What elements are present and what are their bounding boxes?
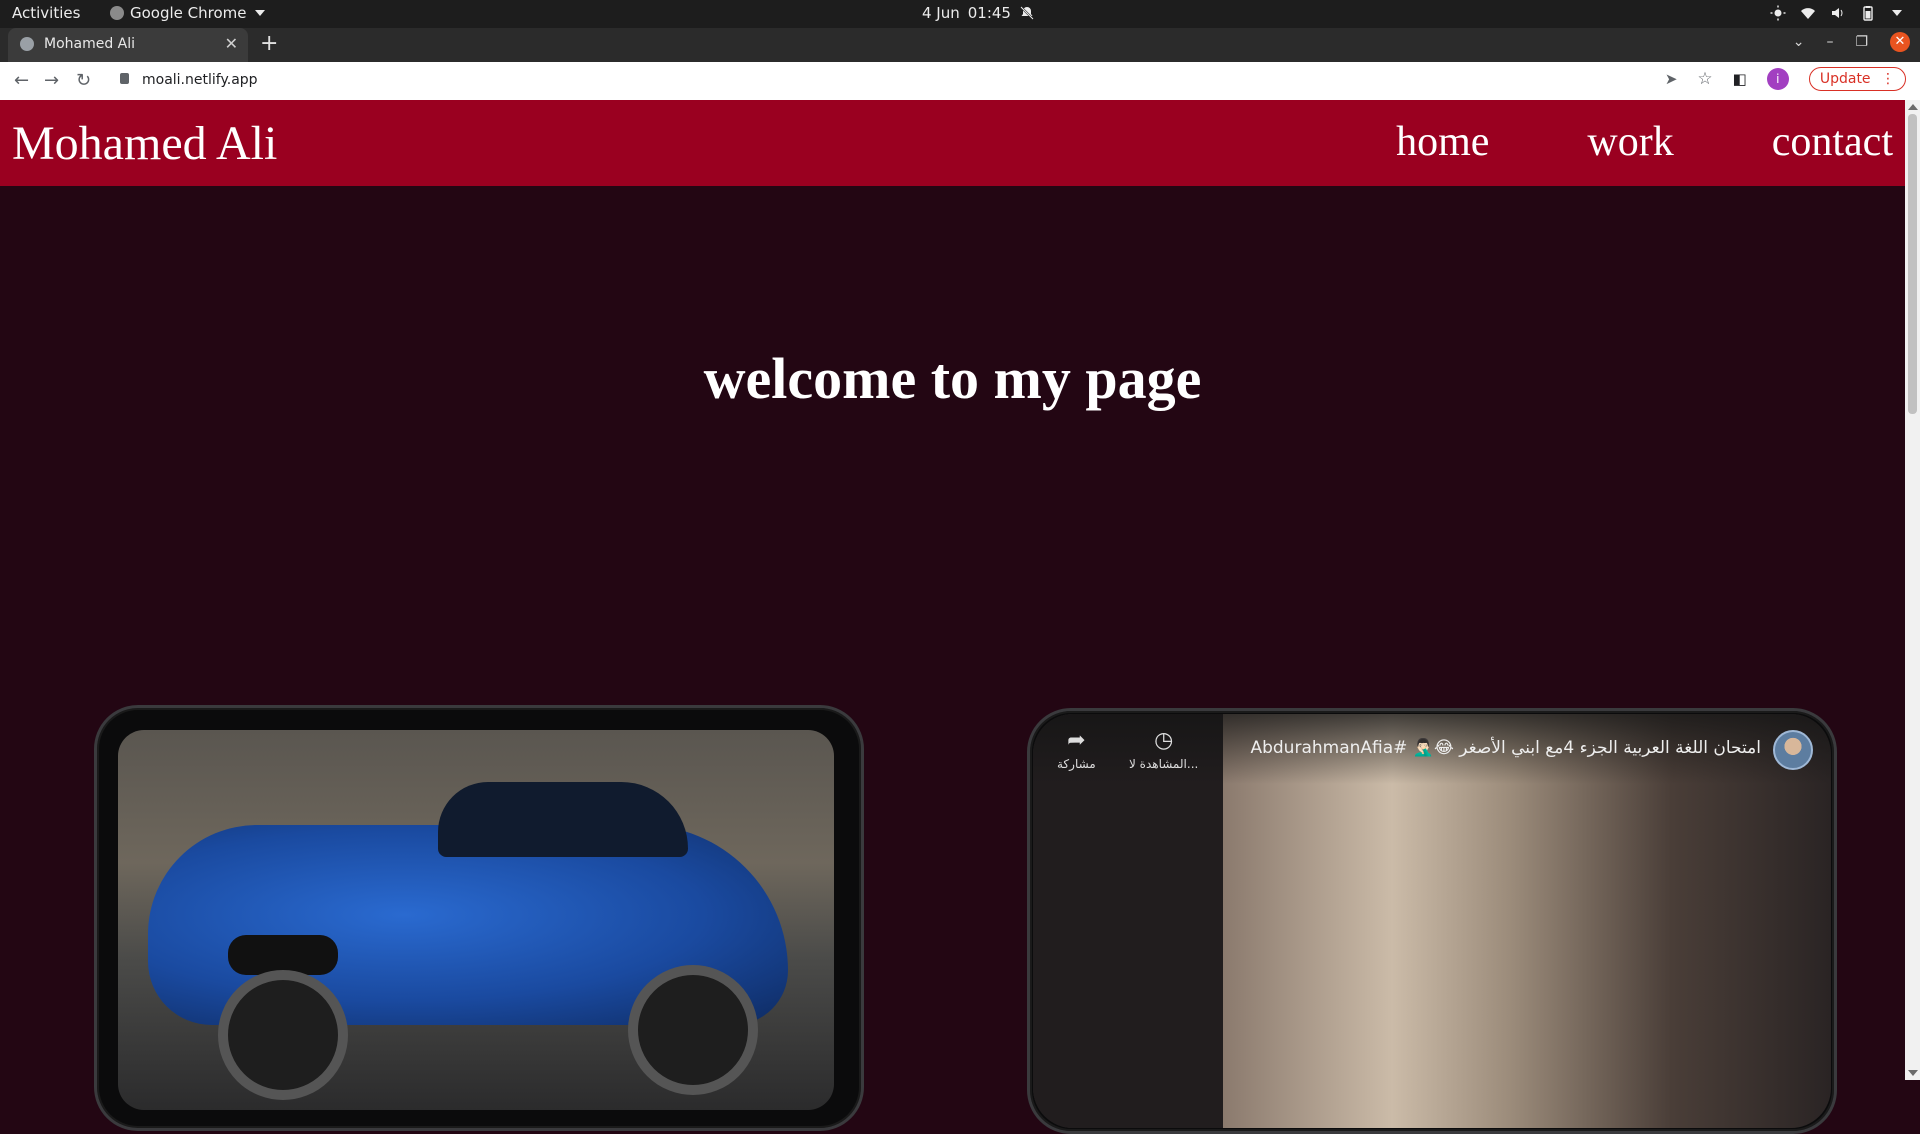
- nav-link-contact[interactable]: contact: [1772, 118, 1893, 166]
- video-title[interactable]: امتحان اللغة العربية الجزء 4مع ابني الأص…: [1250, 738, 1761, 758]
- restore-button[interactable]: ❐: [1855, 34, 1868, 50]
- globe-icon: [20, 37, 34, 51]
- car-image: [118, 730, 834, 1110]
- lock-icon[interactable]: [120, 73, 129, 84]
- hero-title: welcome to my page: [703, 346, 1202, 411]
- reload-icon[interactable]: ↻: [76, 70, 91, 91]
- main-nav: home work contact: [1396, 118, 1893, 166]
- site-logo[interactable]: Mohamed Ali: [12, 116, 277, 171]
- car-wheel: [218, 970, 348, 1100]
- watch-later-label: المشاهدة لا...: [1129, 757, 1199, 771]
- update-label: Update: [1819, 71, 1871, 87]
- chevron-down-icon: [1892, 10, 1902, 16]
- app-menu[interactable]: Google Chrome: [110, 4, 265, 22]
- clock-icon: ◷: [1154, 728, 1174, 753]
- site-header: Mohamed Ali home work contact: [0, 100, 1905, 186]
- url-text[interactable]: moali.netlify.app: [142, 72, 258, 88]
- brightness-icon: [1770, 5, 1786, 21]
- battery-icon: [1863, 6, 1873, 21]
- side-panel-icon[interactable]: ◧: [1733, 70, 1747, 88]
- channel-avatar[interactable]: [1773, 730, 1813, 770]
- video-embed[interactable]: ➦ مشاركة ◷ المشاهدة لا... امتحان اللغة ا…: [1033, 714, 1831, 1128]
- tab-search-icon[interactable]: ⌄: [1793, 34, 1805, 50]
- page-scrollbar[interactable]: [1905, 100, 1920, 1080]
- car-grille: [228, 935, 338, 975]
- kebab-menu-icon: ⋮: [1881, 71, 1895, 87]
- clock[interactable]: 4 Jun 01:45: [922, 4, 1035, 22]
- app-menu-label: Google Chrome: [130, 4, 247, 22]
- share-button[interactable]: ➦ مشاركة: [1057, 728, 1096, 771]
- tab-strip: Mohamed Ali ✕ + ⌄ – ❐ ✕: [0, 28, 1920, 62]
- nav-link-work[interactable]: work: [1587, 118, 1673, 166]
- toolbar-actions: ➤ ☆ ◧ i Update ⋮: [1665, 67, 1906, 91]
- forward-icon[interactable]: →: [44, 70, 59, 91]
- tab-close-icon[interactable]: ✕: [225, 34, 238, 53]
- profile-avatar[interactable]: i: [1766, 68, 1789, 90]
- wifi-icon: [1801, 8, 1815, 19]
- scroll-down-icon[interactable]: [1908, 1070, 1918, 1076]
- scroll-up-icon[interactable]: [1908, 104, 1918, 110]
- car-window: [438, 782, 688, 857]
- os-top-bar: Activities Google Chrome 4 Jun 01:45: [0, 0, 1920, 28]
- clock-date: 4 Jun: [922, 4, 960, 22]
- chrome-icon: [110, 6, 124, 20]
- watch-later-button[interactable]: ◷ المشاهدة لا...: [1129, 728, 1198, 771]
- share-label: مشاركة: [1057, 757, 1096, 771]
- browser-toolbar: ← → ↻ moali.netlify.app ➤ ☆ ◧ i Update ⋮: [0, 62, 1920, 101]
- car-wheel: [628, 965, 758, 1095]
- back-icon[interactable]: ←: [14, 70, 29, 91]
- bell-off-icon: [1020, 6, 1034, 20]
- share-icon: ➦: [1067, 728, 1086, 753]
- volume-icon: [1832, 8, 1843, 18]
- close-window-button[interactable]: ✕: [1890, 32, 1910, 52]
- video-frame: ➦ مشاركة ◷ المشاهدة لا... امتحان اللغة ا…: [1027, 708, 1837, 1134]
- address-bar[interactable]: moali.netlify.app: [108, 67, 1668, 95]
- browser-tab[interactable]: Mohamed Ali ✕: [8, 28, 248, 62]
- bookmark-star-icon[interactable]: ☆: [1697, 69, 1712, 89]
- system-tray[interactable]: [1770, 5, 1902, 21]
- send-icon[interactable]: ➤: [1665, 70, 1678, 88]
- nav-link-home[interactable]: home: [1396, 118, 1489, 166]
- window-controls: ⌄ – ❐ ✕: [1793, 32, 1910, 52]
- new-tab-button[interactable]: +: [260, 31, 278, 56]
- caret-down-icon: [254, 10, 265, 16]
- activities-button[interactable]: Activities: [12, 4, 80, 22]
- minimize-button[interactable]: –: [1826, 34, 1833, 50]
- scroll-thumb[interactable]: [1908, 114, 1917, 414]
- update-button[interactable]: Update ⋮: [1808, 67, 1906, 91]
- clock-time: 01:45: [967, 4, 1011, 22]
- image-frame: [94, 705, 864, 1131]
- tab-title: Mohamed Ali: [44, 36, 136, 52]
